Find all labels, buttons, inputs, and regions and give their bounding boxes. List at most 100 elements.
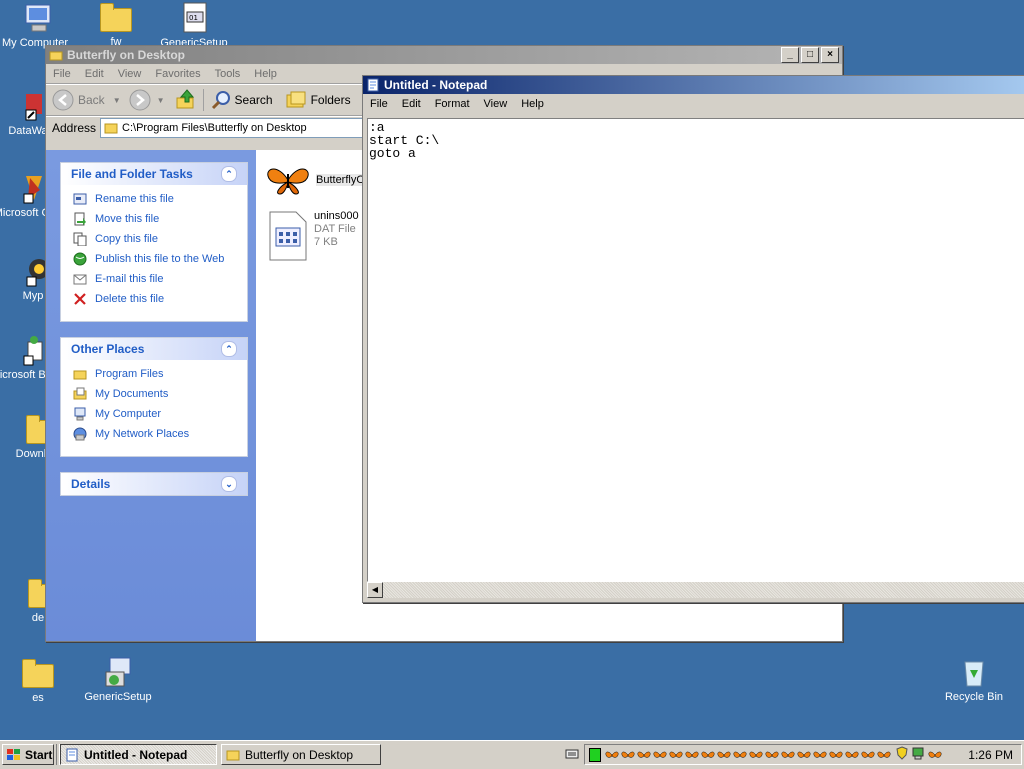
back-button[interactable]: Back ▼ — [52, 89, 121, 111]
taskbar-button-explorer[interactable]: Butterfly on Desktop — [221, 744, 381, 765]
butterfly-tray-icon[interactable] — [765, 750, 779, 760]
butterfly-tray-icon[interactable] — [845, 750, 859, 760]
task-label: Rename this file — [95, 193, 174, 205]
butterfly-tray-icon[interactable] — [637, 750, 651, 760]
taskbar-button-notepad[interactable]: Untitled - Notepad — [60, 744, 217, 765]
place-program-files[interactable]: Program Files — [61, 364, 247, 384]
network-status-icon[interactable] — [589, 747, 601, 762]
file-unins000[interactable]: unins000 DAT File 7 KB — [268, 210, 359, 262]
clock[interactable]: 1:26 PM — [968, 748, 1017, 762]
other-places-header[interactable]: Other Places ⌃ — [61, 338, 247, 360]
copy-icon — [73, 232, 87, 247]
task-rename[interactable]: Rename this file — [61, 189, 247, 209]
file-type: DAT File — [314, 223, 356, 235]
menu-format[interactable]: Format — [428, 98, 477, 110]
task-email[interactable]: E-mail this file — [61, 269, 247, 289]
task-label: E-mail this file — [95, 273, 164, 285]
address-value: C:\Program Files\Butterfly on Desktop — [122, 122, 307, 134]
expand-chevron-icon[interactable]: ⌄ — [221, 476, 237, 492]
desktop-icon-my-computer[interactable]: My Computer — [0, 2, 76, 49]
butterfly-tray-icon[interactable] — [685, 750, 699, 760]
butterfly-tray-icon[interactable] — [877, 750, 891, 760]
task-publish[interactable]: Publish this file to the Web — [61, 249, 247, 269]
menu-edit[interactable]: Edit — [395, 98, 428, 110]
butterfly-icon — [267, 168, 309, 195]
butterfly-tray-icon[interactable] — [781, 750, 795, 760]
horizontal-scrollbar[interactable]: ◀ — [367, 582, 1024, 598]
setup-file-icon: 01 — [178, 2, 210, 34]
email-icon — [73, 272, 87, 286]
move-icon — [73, 212, 87, 226]
maximize-button[interactable]: □ — [801, 47, 819, 63]
menu-help[interactable]: Help — [247, 68, 284, 80]
up-folder-button[interactable] — [175, 88, 197, 113]
menu-view[interactable]: View — [111, 68, 149, 80]
file-folder-tasks-panel: File and Folder Tasks ⌃ Rename this file… — [60, 162, 248, 322]
desktop-icon-es[interactable]: es — [0, 658, 76, 704]
menu-help[interactable]: Help — [514, 98, 551, 110]
desktop-icon-genericsetup-top[interactable]: 01 GenericSetup — [156, 2, 232, 49]
network-tray-icon[interactable] — [911, 746, 925, 763]
menu-view[interactable]: View — [477, 98, 515, 110]
butterfly-tray-icon[interactable] — [749, 750, 763, 760]
butterfly-tray-icon[interactable] — [829, 750, 843, 760]
panel-title: Details — [71, 477, 111, 491]
file-folder-tasks-header[interactable]: File and Folder Tasks ⌃ — [61, 163, 247, 185]
keyboard-icon[interactable] — [565, 747, 579, 761]
notepad-window[interactable]: Untitled - Notepad File Edit Format View… — [362, 75, 1024, 603]
butterfly-tray-icon[interactable] — [621, 750, 635, 760]
shield-icon[interactable] — [896, 746, 908, 763]
forward-button[interactable]: ▼ — [129, 89, 165, 111]
place-my-computer[interactable]: My Computer — [61, 404, 247, 424]
task-delete[interactable]: Delete this file — [61, 289, 247, 309]
visual-basic-icon — [12, 334, 44, 366]
close-button[interactable]: × — [821, 47, 839, 63]
butterfly-tray-icon[interactable] — [669, 750, 683, 760]
butterfly-tray-icon[interactable] — [797, 750, 811, 760]
butterfly-tray-icon[interactable] — [605, 750, 619, 760]
task-move[interactable]: Move this file — [61, 209, 247, 229]
notepad-titlebar[interactable]: Untitled - Notepad — [363, 76, 1024, 94]
place-my-network[interactable]: My Network Places — [61, 424, 247, 444]
file-butterfly[interactable]: ButterflyO — [264, 164, 362, 196]
menu-file[interactable]: File — [46, 68, 78, 80]
menu-file[interactable]: File — [363, 98, 395, 110]
system-tray: 1:26 PM — [584, 744, 1022, 765]
task-label: Copy this file — [95, 233, 158, 245]
desktop-icon-label: es — [32, 692, 44, 704]
folder-icon — [22, 659, 54, 688]
desktop-icon-recycle-bin[interactable]: Recycle Bin — [936, 656, 1012, 703]
desktop-icon-fw[interactable]: fw — [78, 2, 154, 48]
search-button[interactable]: Search — [210, 89, 273, 111]
details-header[interactable]: Details ⌄ — [61, 473, 247, 495]
explorer-titlebar[interactable]: Butterfly on Desktop _ □ × — [46, 46, 842, 64]
recycle-bin-icon — [958, 656, 990, 688]
menu-tools[interactable]: Tools — [208, 68, 248, 80]
documents-icon — [73, 387, 87, 401]
menu-favorites[interactable]: Favorites — [148, 68, 207, 80]
menu-edit[interactable]: Edit — [78, 68, 111, 80]
collapse-chevron-icon[interactable]: ⌃ — [221, 166, 237, 182]
butterfly-tray-icon[interactable] — [701, 750, 715, 760]
minimize-button[interactable]: _ — [781, 47, 799, 63]
folder-icon — [73, 367, 87, 381]
notepad-text-area[interactable]: :a start C:\ goto a — [367, 118, 1024, 582]
scroll-left-button[interactable]: ◀ — [367, 582, 383, 598]
desktop-icon-genericsetup[interactable]: GenericSetup — [78, 656, 158, 703]
task-copy[interactable]: Copy this file — [61, 229, 247, 249]
chevron-down-icon: ▼ — [112, 95, 121, 105]
notepad-menubar: File Edit Format View Help — [363, 94, 1024, 113]
butterfly-tray-icon[interactable] — [717, 750, 731, 760]
butterfly-tray-icon[interactable] — [813, 750, 827, 760]
butterfly-tray-icon[interactable] — [928, 750, 942, 760]
back-arrow-icon — [52, 89, 74, 111]
butterfly-tray-icon[interactable] — [653, 750, 667, 760]
place-my-documents[interactable]: My Documents — [61, 384, 247, 404]
start-button[interactable]: Start — [2, 744, 54, 765]
folders-button[interactable]: Folders — [285, 89, 351, 111]
butterfly-tray-icon[interactable] — [861, 750, 875, 760]
other-places-panel: Other Places ⌃ Program Files My Document… — [60, 337, 248, 457]
butterfly-tray-icon[interactable] — [733, 750, 747, 760]
collapse-chevron-icon[interactable]: ⌃ — [221, 341, 237, 357]
back-label: Back — [78, 93, 105, 107]
